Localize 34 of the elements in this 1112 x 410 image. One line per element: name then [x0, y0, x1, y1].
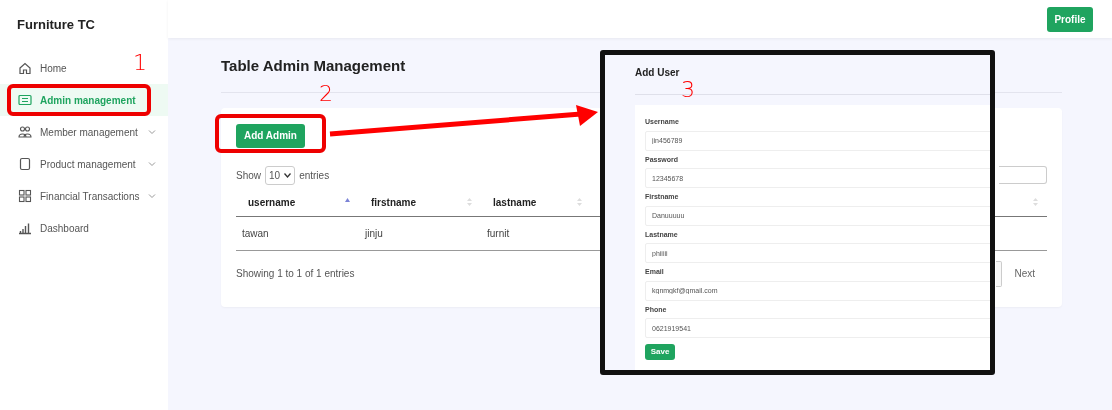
table-cell: tawan	[242, 227, 269, 239]
entries-select[interactable]: 10	[265, 165, 296, 185]
table-cell: jinju	[365, 227, 383, 239]
bar-chart-icon	[18, 221, 32, 235]
annotation-number: 1	[133, 52, 147, 74]
sidebar-item[interactable]: Financial Transactions	[0, 180, 168, 212]
page-title: Table Admin Management	[221, 56, 406, 76]
home-icon	[18, 61, 32, 75]
grid-icon	[18, 189, 32, 203]
people-icon	[18, 125, 32, 139]
entries-label: entries	[299, 168, 330, 183]
column-header[interactable]: lastname	[493, 196, 537, 208]
column-header[interactable]: firstname	[371, 196, 416, 208]
chevron-down-icon[interactable]	[148, 160, 156, 168]
chevron-down-icon[interactable]	[148, 192, 156, 200]
list-icon	[18, 93, 32, 107]
entries-info: Showing 1 to 1 of 1 entries	[236, 267, 355, 281]
app-title: Furniture TC	[16, 16, 96, 34]
caret-icon	[284, 172, 292, 178]
next-page-link[interactable]: Next	[1002, 266, 1047, 281]
show-label: Show	[236, 168, 261, 183]
sidebar-item[interactable]: Home	[0, 52, 79, 84]
annotation-number: 2	[319, 83, 333, 105]
previous-page-button[interactable]	[996, 260, 1003, 287]
sidebar-item[interactable]: Product management	[0, 148, 168, 180]
annotation-number: 3	[681, 79, 695, 101]
document-icon	[18, 157, 32, 171]
sidebar-item[interactable]: Member management	[0, 116, 168, 148]
search-field[interactable]	[999, 166, 1047, 184]
chevron-down-icon[interactable]	[148, 128, 156, 136]
sidebar-item[interactable]: Dashboard	[0, 212, 101, 244]
modal-title: Add User	[635, 66, 681, 80]
table-cell: furnit	[487, 227, 510, 239]
column-header[interactable]: username	[248, 196, 296, 208]
